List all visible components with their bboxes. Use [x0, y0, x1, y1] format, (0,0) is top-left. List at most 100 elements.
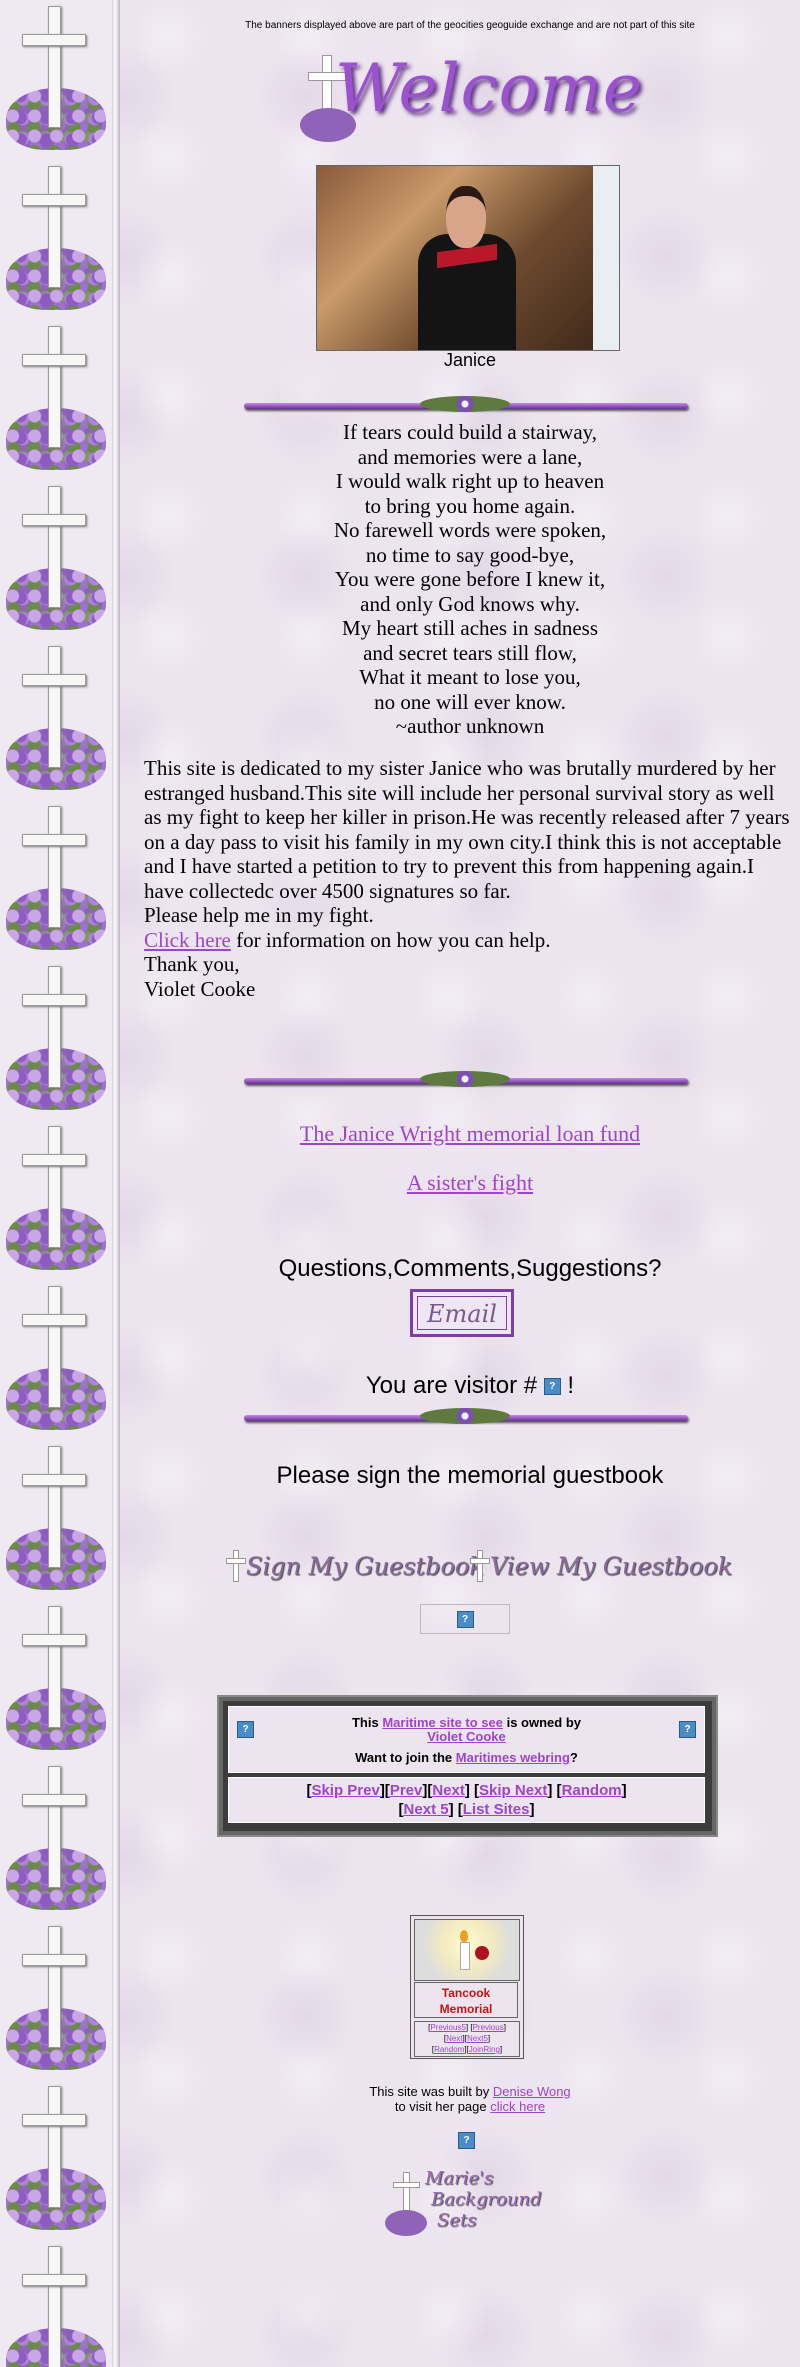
sidebar-cross-border	[0, 0, 112, 2367]
cross-flowers-icon	[0, 2080, 112, 2240]
poem: If tears could build a stairway, and mem…	[140, 420, 800, 739]
cross-icon	[468, 1550, 490, 1586]
cross-flowers-icon	[0, 960, 112, 1120]
cross-flowers-icon	[0, 1120, 112, 1280]
counter-image: ?	[420, 1604, 510, 1634]
cross-flowers-icon	[0, 800, 112, 960]
tancook-memorial-ring: Tancook Memorial [Previous5] [Previous] …	[410, 1915, 524, 2059]
help-line: Please help me in my fight.	[144, 903, 374, 927]
rose-icon	[475, 1946, 489, 1960]
cross-flowers-icon	[0, 0, 112, 160]
flower-ornament-icon	[420, 1071, 510, 1087]
poem-line: and only God knows why.	[360, 591, 580, 616]
poem-line: What it meant to lose you,	[359, 665, 581, 689]
candle-icon	[460, 1942, 470, 1970]
click-here-suffix: for information on how you can help.	[230, 927, 551, 952]
webring-info: ? ? This Maritime site to see is owned b…	[228, 1706, 705, 1773]
divider	[244, 396, 688, 412]
random-link[interactable]: Random	[562, 1782, 622, 1799]
question-mark-icon[interactable]: ?	[458, 2132, 475, 2149]
list-sites-link[interactable]: List Sites	[463, 1801, 530, 1818]
banner-note: The banners displayed above are part of …	[245, 20, 695, 31]
skip-prev-link[interactable]: Skip Prev	[311, 1782, 379, 1799]
cross-flowers-icon	[0, 1600, 112, 1760]
poem-line: If tears could build a stairway,	[342, 420, 598, 444]
main-content: The banners displayed above are part of …	[140, 0, 800, 2367]
email-button-label: Email	[417, 1296, 507, 1330]
question-mark-icon: ?	[456, 1610, 474, 1628]
candle-image	[414, 1919, 520, 1981]
flower-ornament-icon	[420, 1408, 510, 1424]
builder-link[interactable]: Denise Wong	[493, 2084, 571, 2099]
flower-ornament-icon	[420, 396, 510, 412]
webring-nav: [Skip Prev][Prev][Next] [Skip Next] [Ran…	[228, 1777, 705, 1823]
poem-line: You were gone before I knew it,	[334, 567, 606, 591]
view-guestbook-label: View My Guestbook	[490, 1552, 733, 1581]
divider	[244, 1408, 688, 1424]
photo-caption: Janice	[443, 350, 497, 370]
cross-flowers-icon	[0, 480, 112, 640]
built-by: This site was built by Denise Wong to vi…	[369, 2084, 571, 2114]
visitor-counter: You are visitor # ? !	[140, 1372, 800, 1400]
flowers-icon	[385, 2210, 427, 2236]
sign-guestbook-button[interactable]: Sign My Guestbook	[224, 1550, 484, 1590]
poem-attribution: ~author unknown	[395, 714, 545, 738]
skip-next-link[interactable]: Skip Next	[479, 1782, 547, 1799]
poem-line: no one will ever know.	[374, 689, 566, 714]
poem-line: and memories were a lane,	[357, 444, 583, 469]
tancook-previous5-link[interactable]: Previous5	[430, 2023, 466, 2032]
maries-background-sets-logo[interactable]: Marie's Background Sets	[385, 2166, 565, 2246]
poem-line: and secret tears still flow,	[363, 640, 577, 665]
poem-line: No farewell words were spoken,	[333, 518, 607, 542]
questions-heading: Questions,Comments,Suggestions?	[278, 1255, 662, 1282]
loan-fund-link[interactable]: The Janice Wright memorial loan fund	[300, 1121, 640, 1146]
signature: Violet Cooke	[144, 976, 256, 1001]
cross-flowers-icon	[0, 1760, 112, 1920]
tancook-next-link[interactable]: Next	[446, 2034, 462, 2043]
tancook-joinring-link[interactable]: JoinRing	[469, 2045, 500, 2054]
cross-flowers-icon	[0, 1920, 112, 2080]
webring-box: ? ? This Maritime site to see is owned b…	[217, 1695, 718, 1837]
owner-link[interactable]: Violet Cooke	[427, 1729, 506, 1744]
prev-link[interactable]: Prev	[390, 1782, 423, 1799]
sign-guestbook-label: Sign My Guestbook	[246, 1552, 484, 1581]
next-link[interactable]: Next	[432, 1782, 465, 1799]
dedication-paragraph: This site is dedicated to my sister Jani…	[144, 756, 790, 903]
welcome-title: Welcome	[335, 50, 643, 127]
poem-line: My heart still aches in sadness	[341, 616, 599, 640]
dedication-text: This site is dedicated to my sister Jani…	[144, 756, 794, 1001]
poem-line: I would walk right up to heaven	[335, 469, 605, 493]
click-here-link[interactable]: Click here	[144, 928, 231, 952]
thanks-line: Thank you,	[144, 952, 240, 976]
visitor-prefix: You are visitor #	[365, 1372, 544, 1399]
cross-flowers-icon	[0, 160, 112, 320]
tancook-title: Tancook Memorial	[414, 1982, 518, 2018]
maritimes-webring-link[interactable]: Maritimes webring	[456, 1750, 570, 1765]
flame-icon	[460, 1930, 468, 1942]
tancook-next5-link[interactable]: Next5	[467, 2034, 488, 2043]
maritime-site-link[interactable]: Maritime site to see	[382, 1715, 503, 1730]
tancook-random-link[interactable]: Random	[434, 2045, 464, 2054]
cross-flowers-icon	[0, 1440, 112, 1600]
visitor-suffix: !	[560, 1372, 575, 1399]
sisters-fight-link[interactable]: A sister's fight	[407, 1170, 533, 1195]
view-guestbook-button[interactable]: View My Guestbook	[468, 1550, 732, 1590]
poem-line: no time to say good-bye,	[365, 542, 575, 567]
poem-line: to bring you home again.	[364, 493, 576, 518]
cross-flowers-icon	[0, 640, 112, 800]
janice-photo	[316, 165, 620, 351]
divider	[244, 1071, 688, 1087]
visit-page-link[interactable]: click here	[490, 2099, 545, 2114]
tancook-nav: [Previous5] [Previous] [Next][Next5] [Ra…	[414, 2021, 520, 2057]
welcome-graphic: Welcome	[300, 50, 643, 150]
cross-icon	[224, 1550, 246, 1586]
tancook-previous-link[interactable]: Previous	[473, 2023, 504, 2032]
question-mark-icon: ?	[543, 1378, 561, 1396]
next-5-link[interactable]: Next 5	[404, 1801, 449, 1818]
sidebar-edge	[112, 0, 120, 2367]
person-figure	[412, 186, 522, 350]
cross-flowers-icon	[0, 320, 112, 480]
guestbook-prompt: Please sign the memorial guestbook	[276, 1462, 664, 1489]
cross-flowers-icon	[0, 2240, 112, 2367]
email-button[interactable]: Email	[410, 1289, 514, 1337]
